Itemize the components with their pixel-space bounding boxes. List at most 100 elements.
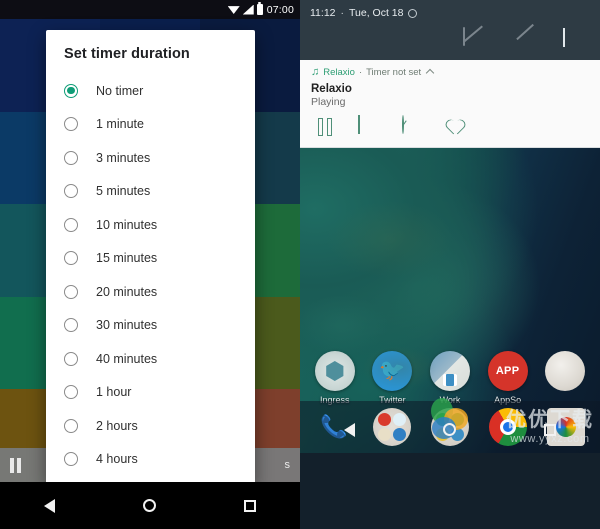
radio-unselected-icon[interactable] [64, 150, 78, 165]
chevron-down-icon [563, 28, 565, 47]
back-icon[interactable] [44, 498, 55, 513]
notification-actions [311, 115, 589, 138]
timer-option-label: 2 hours [96, 418, 138, 433]
dialog-title: Set timer duration [64, 46, 190, 62]
timer-button[interactable] [402, 115, 424, 138]
timer-icon [402, 115, 404, 134]
timer-option[interactable]: 5 minutes [46, 175, 255, 209]
home-app-label: Twitter [379, 395, 406, 405]
chevron-up-icon[interactable] [425, 68, 435, 77]
timer-option-label: 1 minute [96, 117, 144, 132]
radio-unselected-icon[interactable] [64, 251, 78, 266]
alarm-icon [408, 8, 418, 18]
timer-option-label: 15 minutes [96, 251, 158, 266]
radio-unselected-icon[interactable] [64, 284, 78, 299]
timer-option-label: 1 hour [96, 385, 132, 400]
expand-tile[interactable] [563, 28, 587, 50]
music-note-icon: ♫ [311, 66, 320, 78]
home-app-label: AppSo [494, 395, 522, 405]
battery-icon [256, 2, 263, 15]
signal-icon [242, 4, 254, 15]
left-status-icons [227, 2, 263, 15]
home-icon[interactable] [143, 499, 156, 512]
home-app[interactable]: Work [423, 351, 477, 405]
set-timer-duration-dialog: Set timer duration No timer 1 minute 3 min… [46, 30, 255, 485]
radio-unselected-icon[interactable] [64, 351, 78, 366]
home-app[interactable]: APP AppSo [481, 351, 535, 405]
timer-option-label: 30 minutes [96, 318, 158, 333]
radio-unselected-icon[interactable] [64, 452, 78, 467]
stop-icon [358, 115, 360, 134]
timer-option-list[interactable]: No timer 1 minute 3 minutes 5 minutes 10 min… [46, 74, 255, 485]
right-phone-screen: 11:12 · Tue, Oct 18 ♫ Relaxio · Timer no… [300, 0, 600, 529]
timer-option[interactable]: 20 minutes [46, 275, 255, 309]
timer-option-label: 5 minutes [96, 184, 151, 199]
recents-icon[interactable] [544, 423, 556, 436]
back-icon[interactable] [344, 422, 355, 437]
radio-selected-icon[interactable] [64, 83, 78, 98]
radio-unselected-icon[interactable] [64, 385, 78, 400]
fingerprint-tile[interactable] [413, 28, 437, 50]
media-notification[interactable]: ♫ Relaxio · Timer not set Relaxio Playin… [300, 60, 600, 148]
home-app[interactable]: Ingress [308, 351, 362, 405]
notification-subtitle: Playing [311, 96, 346, 108]
wifi-tile[interactable] [313, 28, 337, 50]
home-app[interactable]: Twitter [365, 351, 419, 405]
cast-off-icon [463, 27, 465, 46]
work-folder-icon[interactable] [429, 351, 470, 391]
timer-option-label: 20 minutes [96, 284, 158, 299]
timer-option[interactable]: 30 minutes [46, 309, 255, 343]
shell-icon[interactable] [545, 351, 586, 391]
right-nav-bar [300, 406, 600, 453]
home-app[interactable] [538, 351, 592, 395]
radio-unselected-icon[interactable] [64, 217, 78, 232]
timer-option-label: 40 minutes [96, 351, 158, 366]
timer-option[interactable]: No timer [46, 74, 255, 108]
mini-pause-icon[interactable] [10, 457, 21, 473]
status-bar-clock: 07:00 [266, 3, 294, 16]
quick-settings-tiles [310, 27, 590, 50]
cast-off-tile[interactable] [463, 27, 487, 50]
pause-icon [314, 116, 336, 136]
radio-unselected-icon[interactable] [64, 418, 78, 433]
home-app-row: Ingress Twitter Work APP AppSo [300, 351, 600, 405]
home-app-label: Ingress [320, 395, 350, 405]
mini-player-trailing-text: s [284, 459, 291, 471]
timer-option[interactable]: 15 minutes [46, 242, 255, 276]
radio-unselected-icon[interactable] [64, 318, 78, 333]
notification-title: Relaxio [311, 83, 352, 95]
timer-option[interactable]: 2 hours [46, 409, 255, 443]
left-phone-screen: 07:00 s Set timer duration No timer 1 mi… [0, 0, 300, 529]
timer-option-label: 10 minutes [96, 217, 158, 232]
radio-unselected-icon[interactable] [64, 117, 78, 132]
radio-unselected-icon[interactable] [64, 184, 78, 199]
favorite-button[interactable] [446, 116, 468, 138]
appso-icon[interactable]: APP [487, 351, 528, 391]
timer-option[interactable]: 1 hour [46, 376, 255, 410]
ingress-icon[interactable] [314, 351, 355, 391]
left-nav-bar [0, 482, 300, 529]
recents-icon[interactable] [244, 499, 256, 512]
dual-screenshot-composite: 07:00 s Set timer duration No timer 1 mi… [0, 0, 600, 529]
timer-option[interactable]: 4 hours [46, 443, 255, 477]
home-screen-wallpaper: IngressTwitterWorkAPPAppSo 优优下载 www.yyxz… [300, 148, 600, 453]
timer-option-label: 3 minutes [96, 150, 151, 165]
pause-button[interactable] [314, 116, 336, 138]
home-app-label: Work [439, 395, 461, 405]
flashlight-off-tile[interactable] [513, 28, 537, 50]
timer-option[interactable]: 10 minutes [46, 208, 255, 242]
qs-clock[interactable]: 11:12 [310, 7, 336, 19]
timer-option-label: 4 hours [96, 452, 138, 467]
twitter-icon[interactable] [372, 351, 413, 391]
timer-option[interactable]: 40 minutes [46, 342, 255, 376]
left-status-bar: 07:00 [0, 0, 300, 19]
timer-option-label: No timer [96, 83, 144, 98]
timer-option[interactable]: 3 minutes [46, 141, 255, 175]
qs-date: Tue, Oct 18 [349, 7, 404, 19]
home-icon[interactable] [443, 423, 456, 436]
stop-button[interactable] [358, 115, 380, 138]
quick-settings-panel: 11:12 · Tue, Oct 18 [300, 0, 600, 60]
signal-tile[interactable] [363, 28, 387, 50]
timer-option[interactable]: 1 minute [46, 108, 255, 142]
notification-status: Timer not set [366, 67, 422, 78]
